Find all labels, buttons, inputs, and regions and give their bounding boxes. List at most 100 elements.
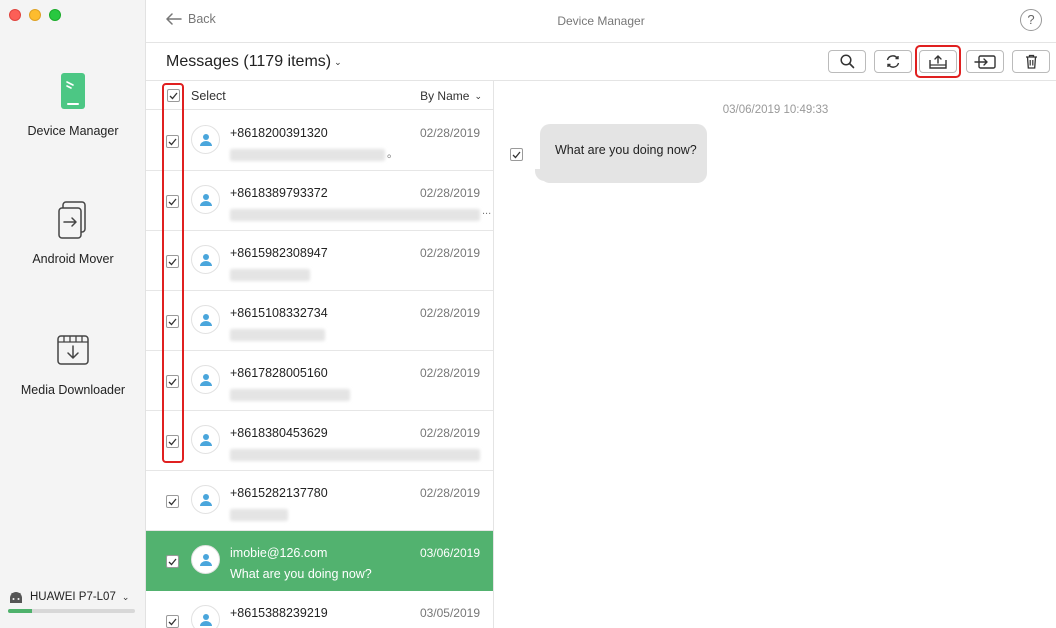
blurred-preview [230,509,288,521]
sort-dropdown[interactable]: By Name ⌄ [420,89,482,103]
conversation-panel: 03/06/2019 10:49:33 What are you doing n… [495,81,1056,628]
window-title: Device Manager [557,14,645,28]
checkmark-icon [168,438,177,445]
sidebar-item-label: Android Mover [32,252,114,266]
category-dropdown[interactable]: Messages (1179 items) ⌄ [166,53,342,71]
list-item[interactable]: +8618380453629 02/28/2019 [146,411,493,471]
contact-avatar-icon [199,433,212,446]
blurred-preview [230,449,480,461]
chevron-down-icon: ⌄ [334,56,342,67]
avatar [191,485,220,514]
row-checkbox[interactable] [166,555,179,568]
export-to-computer-icon [929,54,947,69]
row-checkbox[interactable] [166,135,179,148]
download-icon [57,335,89,365]
contact-avatar-icon [199,253,212,266]
blurred-preview [230,269,310,281]
contact-name: +8615388239219 [230,606,328,620]
list-item[interactable]: +8615108332734 02/28/2019 [146,291,493,351]
contact-avatar-icon [199,613,212,626]
contact-name: imobie@126.com [230,546,328,560]
search-button[interactable] [828,50,866,73]
message-date: 02/28/2019 [419,246,480,260]
import-to-device-button[interactable] [966,50,1004,73]
message-preview: What are you doing now? [230,567,372,581]
contact-name: +8618389793372 [230,186,328,200]
contact-avatar-icon [199,493,212,506]
sidebar-item-media-downloader[interactable]: Media Downloader [0,333,146,397]
checkmark-icon [168,378,177,385]
close-window-button[interactable] [9,9,21,21]
contact-name: +8615982308947 [230,246,328,260]
checkmark-icon [169,92,178,99]
import-to-device-icon [974,55,996,69]
minimize-window-button[interactable] [29,9,41,21]
checkmark-icon [512,151,521,158]
avatar [191,365,220,394]
checkmark-icon [168,618,177,625]
row-checkbox[interactable] [166,315,179,328]
back-button[interactable]: Back [166,12,216,26]
list-item[interactable]: +8618200391320 02/28/2019 。 [146,111,493,171]
list-item[interactable]: +8617828005160 02/28/2019 [146,351,493,411]
delete-button[interactable] [1012,50,1050,73]
contact-avatar-icon [199,373,212,386]
list-item[interactable]: imobie@126.com 03/06/2019 What are you doi… [146,531,493,591]
checkmark-icon [168,318,177,325]
avatar [191,545,220,574]
row-checkbox[interactable] [166,615,179,628]
message-bubble: What are you doing now? [535,124,707,183]
select-all-checkbox[interactable] [167,89,180,102]
blurred-preview [230,389,350,401]
list-item[interactable]: +8615388239219 03/05/2019 [146,591,493,628]
message-list: Select By Name ⌄ +8618200391320 02/28/201… [146,81,494,628]
message-date: 03/06/2019 [419,546,480,560]
message-date: 02/28/2019 [419,186,480,200]
export-to-computer-button[interactable] [919,50,957,73]
row-checkbox[interactable] [166,255,179,268]
avatar [191,125,220,154]
sidebar: Device Manager Android Mover Media Downl… [0,0,146,628]
contact-name: +8617828005160 [230,366,328,380]
zoom-window-button[interactable] [49,9,61,21]
contact-name: +8615282137780 [230,486,328,500]
avatar [191,425,220,454]
blurred-preview [230,209,480,221]
device-name: HUAWEI P7-L07 [30,591,116,603]
message-date: 03/05/2019 [419,606,480,620]
message-date: 02/28/2019 [419,486,480,500]
contact-avatar-icon [199,133,212,146]
phone-icon [61,73,85,109]
message-date: 02/28/2019 [419,126,480,140]
message-date: 02/28/2019 [419,426,480,440]
list-header: Select By Name ⌄ [146,81,493,110]
checkmark-icon [168,138,177,145]
chevron-down-icon: ⌄ [474,90,482,101]
message-checkbox[interactable] [510,148,523,161]
device-selector[interactable]: HUAWEI P7-L07 ⌄ [8,589,138,605]
list-item[interactable]: +8615982308947 02/28/2019 [146,231,493,291]
list-item[interactable]: +8618389793372 02/28/2019... [146,171,493,231]
chevron-down-icon: ⌄ [121,591,130,602]
row-checkbox[interactable] [166,375,179,388]
search-icon [839,54,854,69]
checkmark-icon [168,198,177,205]
blurred-preview [230,329,325,341]
android-icon [10,591,22,603]
row-checkbox[interactable] [166,195,179,208]
contact-avatar-icon [199,313,212,326]
sidebar-item-label: Device Manager [27,124,119,138]
row-checkbox[interactable] [166,435,179,448]
sidebar-item-android-mover[interactable]: Android Mover [0,200,146,266]
message-date: 02/28/2019 [419,306,480,320]
sidebar-item-device-manager[interactable]: Device Manager [0,72,146,138]
select-label: Select [191,89,226,103]
contact-name: +8618200391320 [230,126,328,140]
refresh-button[interactable] [874,50,912,73]
help-button[interactable]: ? [1020,9,1042,31]
list-item[interactable]: +8615282137780 02/28/2019 [146,471,493,531]
sort-label: By Name [420,89,470,103]
row-checkbox[interactable] [166,495,179,508]
message-text: What are you doing now? [555,143,697,157]
checkmark-icon [168,258,177,265]
